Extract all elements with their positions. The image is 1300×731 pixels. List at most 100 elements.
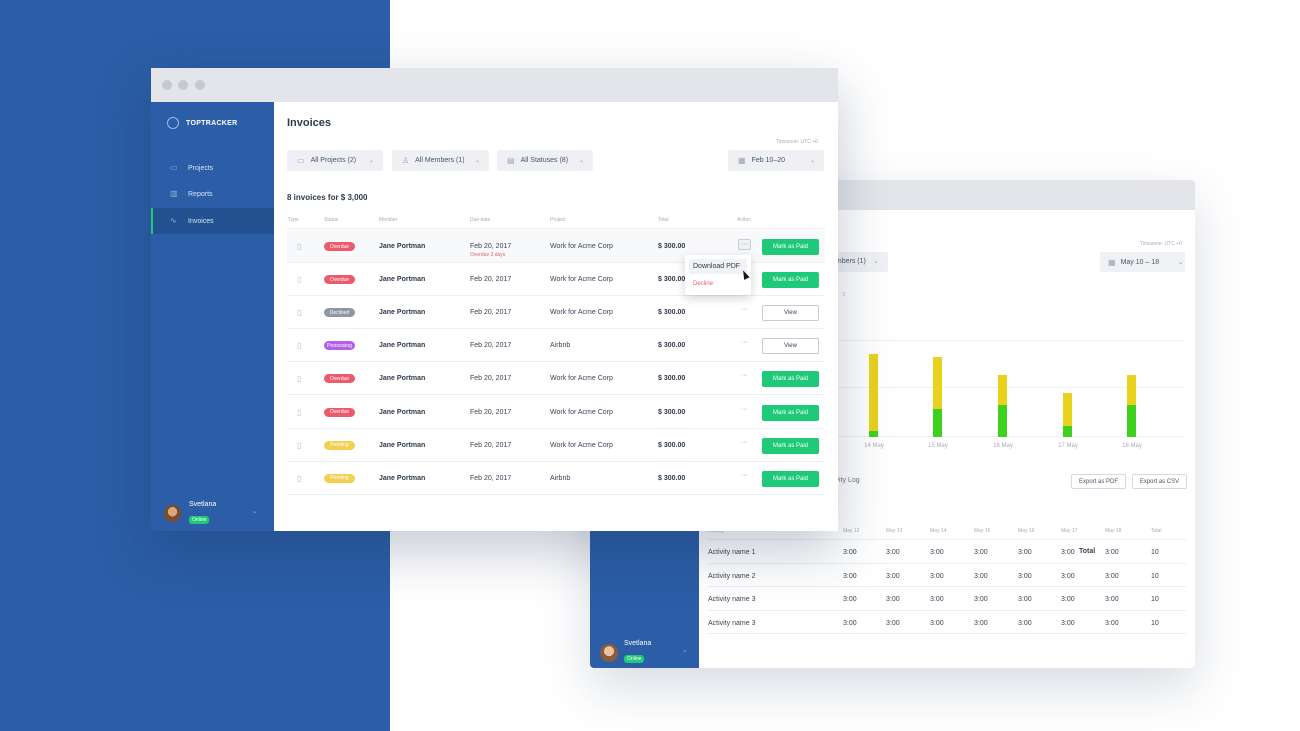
date-range-filter[interactable]: ▦ Feb 10–20 ⌄: [728, 150, 824, 171]
column-header: May 18: [1105, 528, 1122, 534]
members-filter[interactable]: ♙ All Members (1) ⌄: [392, 150, 489, 171]
bar-chart-icon: ▥: [170, 189, 178, 198]
view-button[interactable]: View: [762, 338, 819, 355]
project-name: Work for Acme Corp: [550, 276, 613, 284]
activity-hours: 3:00: [974, 596, 988, 603]
status-badge: Overdue: [324, 407, 355, 417]
column-header: May 17: [1061, 528, 1078, 534]
column-header: May 14: [930, 528, 947, 534]
column-header-due-date[interactable]: Due date: [470, 217, 490, 223]
project-name: Airbnb: [550, 474, 571, 482]
mark-as-paid-button[interactable]: Mark as Paid: [762, 404, 819, 421]
table-row: Activity name 1 3:00 3:00 3:00 3:00 3:00 3:00 3…: [708, 540, 1186, 564]
mark-as-paid-button[interactable]: Mark as Paid: [762, 239, 819, 255]
date-range-filter[interactable]: ▦ May 10 – 18 ⌄: [1100, 252, 1185, 272]
bar-segment: [998, 374, 1007, 406]
chevron-down-icon[interactable]: ⌄: [252, 507, 258, 515]
more-actions-button[interactable]: ···: [738, 471, 751, 482]
table-row[interactable]: ▯ Pending Jane Portman Feb 20, 2017 Airbnb $ …: [287, 462, 825, 495]
mark-as-paid-button[interactable]: Mark as Paid: [762, 470, 819, 487]
status-badge: Overdue: [324, 275, 355, 285]
status-badge: Pending: [324, 473, 355, 483]
chevron-down-icon: ⌄: [368, 158, 374, 164]
column-header: May 12: [843, 528, 860, 534]
calendar-icon: ▦: [1108, 257, 1116, 267]
project-name: Work for Acme Corp: [550, 441, 613, 449]
members-filter[interactable]: embers (1) ⌄: [830, 252, 888, 272]
table-row[interactable]: ▯ Overdue Jane Portman Feb 20, 2017 Work for…: [287, 396, 825, 429]
sidebar-item-invoices[interactable]: ∿ Invoices: [151, 208, 274, 234]
statuses-filter[interactable]: ▤ All Statuses (8) ⌄: [497, 150, 593, 171]
export-pdf-button[interactable]: Export as PDF: [1071, 474, 1126, 489]
table-row[interactable]: ▯ Pending Jane Portman Feb 20, 2017 Work for…: [287, 429, 825, 462]
activity-total: 10: [1151, 596, 1159, 603]
view-button[interactable]: View: [762, 305, 819, 322]
activity-total: 10: [1151, 549, 1159, 556]
grid-line: [830, 340, 1185, 341]
activity-hours: 3:00: [1018, 619, 1032, 627]
activity-name: Activity name 1: [708, 549, 756, 556]
activity-hours: 3:00: [1105, 572, 1119, 580]
table-row[interactable]: ▯ Processing Jane Portman Feb 20, 2017 Airbn…: [287, 329, 825, 363]
sidebar: TOPTRACKER ▭ Projects ▥ Reports ∿ Invoic…: [151, 102, 274, 531]
activity-hours: 3:00: [1105, 619, 1119, 627]
invoice-total: $ 300.00: [658, 309, 686, 317]
user-menu[interactable]: Svetlana Online: [600, 640, 651, 665]
activity-hours: 3:00: [1061, 596, 1075, 603]
timezone-label: Timezone: UTC +0: [1140, 241, 1182, 247]
more-actions-button[interactable]: ···: [738, 338, 751, 349]
bar-segment: [933, 409, 942, 437]
column-header-status[interactable]: Status: [324, 217, 338, 223]
invoice-summary: 8 invoices for $ 3,000: [287, 193, 368, 202]
more-actions-button[interactable]: ···: [738, 371, 751, 382]
project-name: Work for Acme Corp: [550, 408, 613, 416]
activity-rows: Activity name 1 3:00 3:00 3:00 3:00 3:00 3:00 3…: [708, 540, 1186, 634]
more-actions-button[interactable]: ···: [738, 305, 751, 316]
project-name: Work for Acme Corp: [550, 309, 613, 317]
table-row[interactable]: ▯ Declined Jane Portman Feb 20, 2017 Work fo…: [287, 296, 825, 330]
bar-segment: [869, 431, 878, 437]
x-tick-label: 18 May: [1122, 443, 1142, 449]
table-row[interactable]: ▯ Overdue Jane Portman Feb 20, 2017 Work for…: [287, 362, 825, 396]
activity-hours: 3:00: [886, 596, 900, 603]
more-actions-button[interactable]: ···: [738, 405, 751, 416]
column-header-project[interactable]: Project: [550, 217, 566, 223]
download-pdf-option[interactable]: Download PDF: [689, 259, 747, 274]
table-row: Activity name 2 3:00 3:00 3:00 3:00 3:00 3:00 3…: [708, 564, 1186, 587]
column-header-action: Action: [737, 217, 751, 223]
projects-filter[interactable]: ▭ All Projects (2) ⌄: [287, 150, 383, 171]
mark-as-paid-button[interactable]: Mark as Paid: [762, 437, 819, 454]
mark-as-paid-button[interactable]: Mark as Paid: [762, 272, 819, 289]
invoice-total: $ 300.00: [658, 342, 686, 350]
more-actions-button[interactable]: ···: [738, 438, 751, 449]
window-titlebar: [151, 68, 838, 102]
mark-as-paid-button[interactable]: Mark as Paid: [762, 371, 819, 388]
sidebar-item-projects[interactable]: ▭ Projects: [151, 155, 274, 181]
document-icon: ▯: [297, 275, 302, 285]
logo[interactable]: TOPTRACKER: [167, 117, 237, 129]
window-minimize-button[interactable]: [178, 80, 188, 90]
status-badge: Overdue: [324, 242, 355, 251]
chevron-down-icon: ⌄: [809, 158, 815, 164]
chevron-down-icon[interactable]: ⌄: [682, 646, 688, 654]
user-name: Svetlana: [189, 501, 217, 508]
more-actions-button[interactable]: ···: [738, 239, 751, 250]
document-icon: ▯: [297, 407, 302, 417]
window-close-button[interactable]: [162, 80, 172, 90]
user-menu[interactable]: Svetlana Online: [164, 501, 216, 526]
bar-segment: [998, 405, 1007, 437]
bar-segment: [1063, 392, 1072, 426]
decline-option[interactable]: Decline: [689, 276, 747, 291]
date-range-label: Feb 10–20: [751, 157, 786, 164]
window-maximize-button[interactable]: [195, 80, 205, 90]
activity-table: Activity May 12 May 13 May 14 May 15 May…: [708, 526, 1186, 634]
invoice-total: $ 300.00: [658, 474, 686, 482]
column-header-member[interactable]: Member: [379, 217, 397, 223]
project-name: Airbnb: [550, 342, 571, 350]
export-csv-button[interactable]: Export as CSV: [1132, 474, 1187, 489]
column-header-type[interactable]: Type: [288, 217, 299, 223]
sidebar-item-reports[interactable]: ▥ Reports: [151, 181, 274, 207]
invoice-total: $ 300.00: [658, 276, 686, 284]
user-icon: ♙: [402, 156, 410, 165]
column-header-total[interactable]: Total: [658, 217, 669, 223]
